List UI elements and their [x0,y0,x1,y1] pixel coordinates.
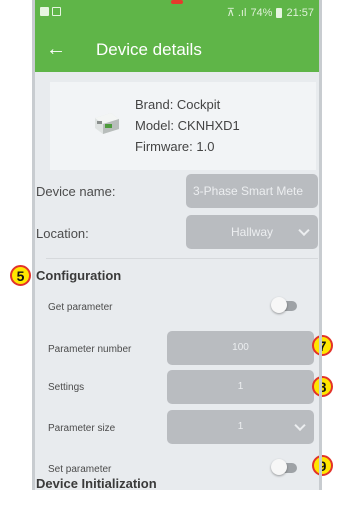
app-bar: ← Device details [32,26,322,72]
screenshot-icon [52,7,61,16]
device-name-value: 3-Phase Smart Mete [193,184,304,198]
configuration-title: Configuration [36,268,122,283]
location-value: Hallway [230,225,273,239]
clock: 21:57 [286,6,314,19]
smart-meter-image [95,113,119,134]
back-button[interactable]: ← [46,36,72,62]
settings-field[interactable]: 1 [167,370,314,404]
phone-screen: ⊼ .ıl 74% 21:57 ← Device details Brand: … [32,0,322,490]
device-model: Model: CKNHXD1 [135,118,240,133]
device-initialization-title: Device Initialization [36,476,157,490]
notification-icon [40,7,49,16]
get-parameter-label: Get parameter [48,302,113,313]
location-label: Location: [36,226,89,241]
signal-icon: ⊼ .ıl [226,7,247,19]
arrow-left-icon: ← [46,38,66,60]
battery-percent: 74% [250,6,273,19]
red-marker [171,0,183,4]
battery-icon [276,7,283,18]
set-parameter-label: Set parameter [48,464,112,475]
annotation-badge-8: 8 [312,376,333,397]
settings-value: 1 [237,381,244,392]
parameter-number-label: Parameter number [48,344,132,355]
set-parameter-toggle[interactable] [271,459,299,475]
parameter-number-value: 100 [232,342,249,353]
device-firmware: Firmware: 1.0 [135,139,215,154]
device-name-field[interactable]: 3-Phase Smart Mete [186,174,318,208]
page-title: Device details [96,40,202,59]
device-brand: Brand: Cockpit [135,97,221,112]
annotation-badge-9: 9 [312,455,333,476]
parameter-number-field[interactable]: 100 [167,331,314,365]
divider [46,258,318,259]
parameter-size-value: 1 [237,421,244,432]
get-parameter-toggle[interactable] [271,297,299,313]
settings-label: Settings [48,382,85,393]
device-name-label: Device name: [36,184,116,199]
annotation-badge-5: 5 [10,265,31,286]
parameter-size-select[interactable]: 1 [167,410,314,444]
device-card: Brand: Cockpit Model: CKNHXD1 Firmware: … [50,82,316,170]
location-select[interactable]: Hallway [186,215,318,249]
parameter-size-label: Parameter size [48,423,116,434]
annotation-badge-7: 7 [312,335,333,356]
